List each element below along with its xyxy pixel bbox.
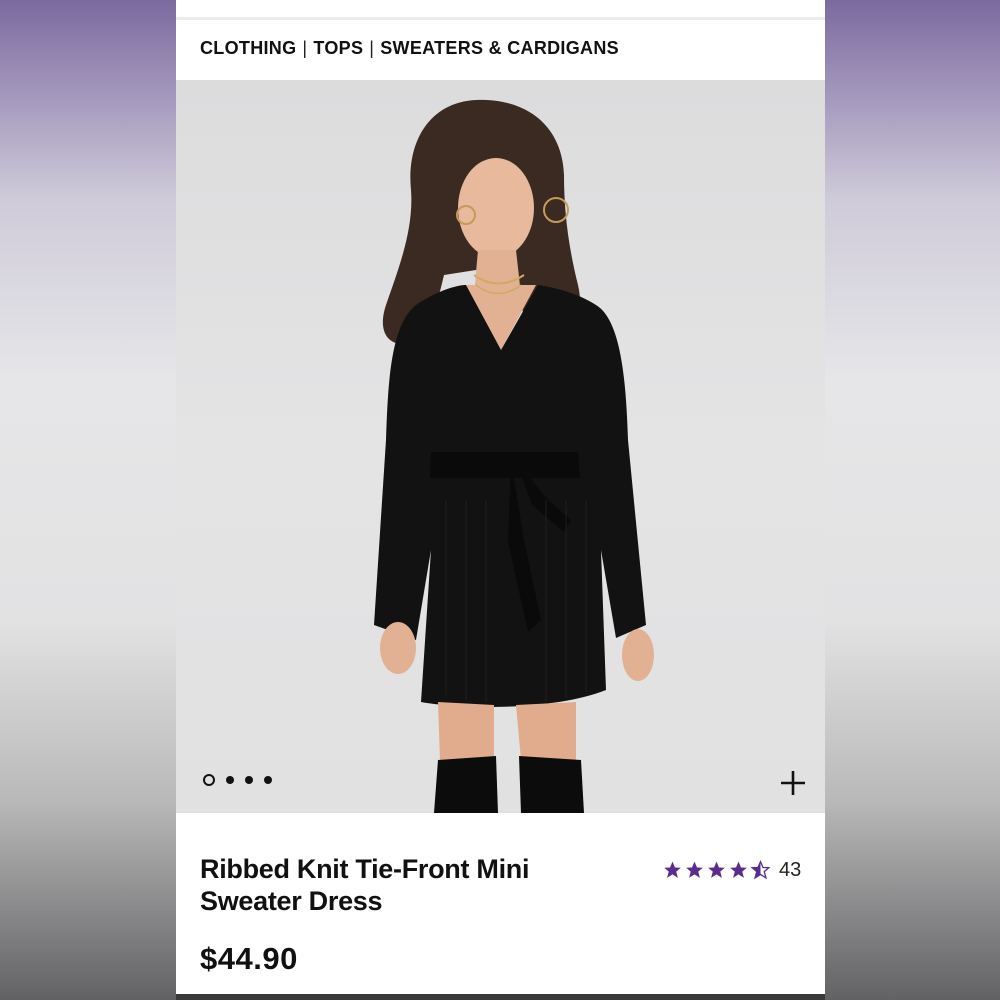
backdrop-left (0, 0, 176, 1000)
gallery-pagination (203, 774, 272, 786)
rating-stars (662, 860, 771, 880)
zoom-button[interactable] (776, 766, 810, 800)
header-divider (176, 0, 825, 20)
product-rating[interactable]: 43 (662, 858, 801, 882)
breadcrumb-sweaters-cardigans[interactable]: SWEATERS & CARDIGANS (380, 38, 619, 59)
product-photo (374, 99, 654, 813)
product-title: Ribbed Knit Tie-Front Mini Sweater Dress (200, 854, 530, 916)
breadcrumb: CLOTHING | TOPS | SWEATERS & CARDIGANS (200, 36, 619, 60)
star-full-icon (664, 861, 681, 878)
gallery-dot-4[interactable] (264, 776, 272, 784)
breadcrumb-clothing[interactable]: CLOTHING (200, 38, 296, 59)
review-count[interactable]: 43 (779, 859, 801, 882)
breadcrumb-tops[interactable]: TOPS (313, 38, 363, 59)
product-price: $44.90 (200, 941, 298, 976)
gallery-dot-3[interactable] (245, 776, 253, 784)
breadcrumb-separator: | (302, 37, 308, 58)
plus-icon (781, 771, 805, 795)
gallery-dot-1[interactable] (203, 774, 215, 786)
star-full-icon (686, 861, 703, 878)
product-image-gallery[interactable] (176, 80, 825, 813)
product-info: Ribbed Knit Tie-Front Mini Sweater Dress… (176, 813, 825, 1000)
gallery-dot-2[interactable] (226, 776, 234, 784)
star-half-icon (750, 860, 771, 880)
star-full-icon (708, 861, 725, 878)
backdrop-right (824, 0, 1000, 1000)
product-page: CLOTHING | TOPS | SWEATERS & CARDIGANS R… (176, 0, 825, 1000)
breadcrumb-separator: | (369, 37, 375, 58)
bottom-edge (176, 994, 825, 1000)
star-full-icon (730, 861, 747, 878)
